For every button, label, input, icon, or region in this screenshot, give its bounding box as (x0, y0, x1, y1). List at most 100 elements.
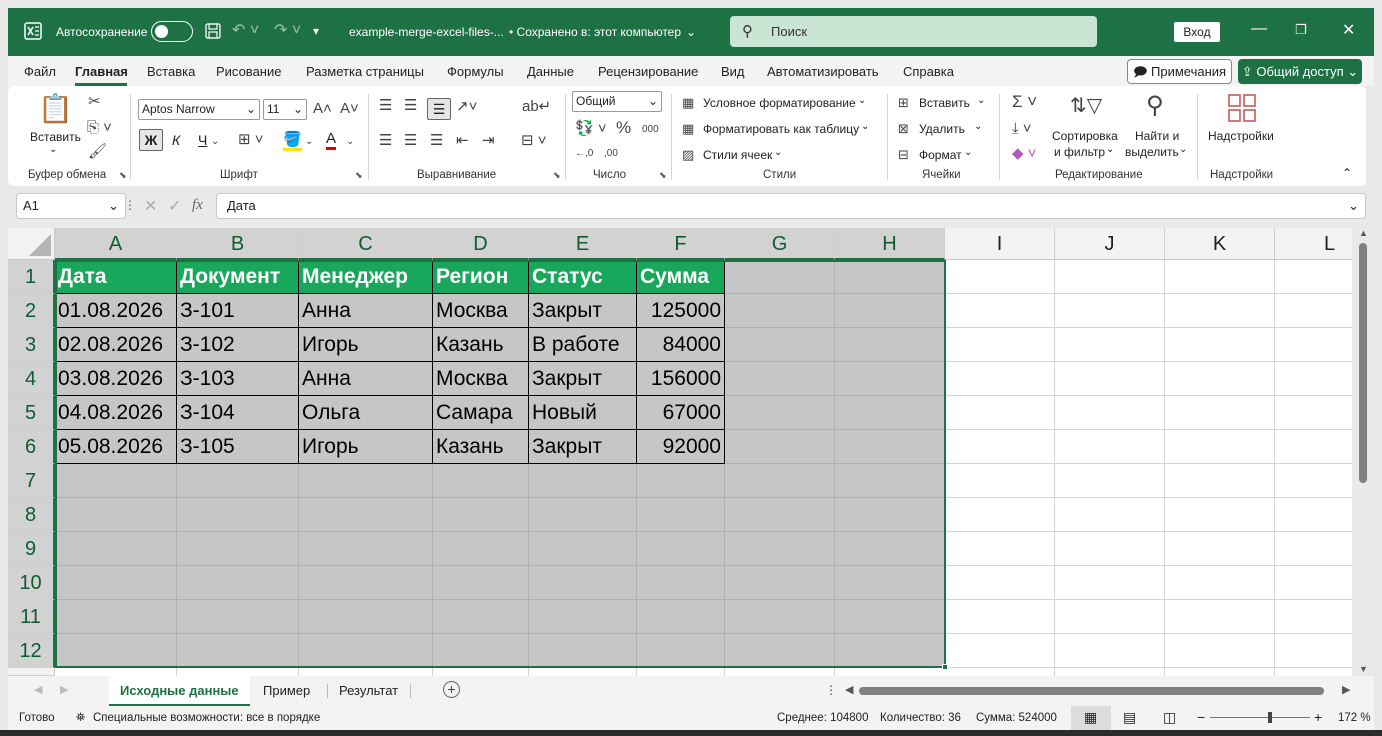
cell-styles-button[interactable]: Стили ячеек (703, 148, 772, 162)
search-input[interactable]: ⚲ Поиск (730, 16, 1097, 47)
table-cell[interactable]: Самара (433, 396, 529, 430)
more-options-icon[interactable]: ⋮ (825, 683, 837, 697)
average-value[interactable]: Среднее: 104800 (777, 712, 868, 724)
table-cell[interactable]: Новый (529, 396, 637, 430)
sheet-tab-example[interactable]: Пример (263, 683, 310, 698)
table-cell[interactable]: Анна (299, 294, 433, 328)
chevron-down-icon[interactable]: ⌄ (861, 121, 869, 132)
table-cell[interactable]: З-102 (177, 328, 299, 362)
sort-filter-label-2[interactable]: и фильтр (1054, 145, 1105, 159)
table-cell[interactable]: З-104 (177, 396, 299, 430)
sort-filter-icon[interactable]: ⇅▽ (1070, 95, 1102, 117)
tab-draw[interactable]: Рисование (216, 64, 281, 79)
fill-handle[interactable] (942, 664, 948, 670)
row-header[interactable]: 6 (8, 430, 55, 464)
formula-input[interactable]: Дата ⌄ (216, 193, 1366, 219)
row-header[interactable]: 7 (8, 464, 55, 498)
italic-button[interactable]: К (172, 132, 180, 148)
font-size-select[interactable]: 11 ⌄ (263, 99, 307, 120)
align-bottom-button[interactable]: ☰ (427, 98, 451, 120)
table-header-cell[interactable]: Регион (433, 260, 529, 294)
vertical-scrollbar[interactable]: ▲ ▼ (1356, 228, 1370, 676)
zoom-slider[interactable] (1210, 717, 1310, 718)
restore-icon[interactable]: ❐ (1295, 22, 1307, 38)
chevron-down-icon[interactable]: ⌄ (1179, 144, 1187, 155)
increase-decimal-icon[interactable]: ←,0 (575, 146, 593, 162)
tab-file[interactable]: Файл (24, 64, 56, 79)
cell[interactable] (725, 430, 835, 464)
decrease-indent-icon[interactable]: ⇤ (456, 133, 469, 149)
number-format-select[interactable]: Общий ⌄ (572, 91, 662, 112)
table-cell[interactable]: З-101 (177, 294, 299, 328)
tab-formulas[interactable]: Формулы (447, 64, 504, 79)
tab-automate[interactable]: Автоматизировать (767, 64, 879, 79)
zoom-in-icon[interactable]: + (1314, 709, 1322, 725)
chevron-down-icon[interactable]: ⌄ (858, 95, 866, 106)
selected-empty-range[interactable] (55, 464, 945, 668)
chevron-down-icon[interactable]: ⌄ (49, 144, 57, 155)
table-header-cell[interactable]: Менеджер (299, 260, 433, 294)
table-cell[interactable]: Ольга (299, 396, 433, 430)
table-cell[interactable]: 67000 (637, 396, 725, 430)
wrap-text-icon[interactable]: ab↵ (522, 99, 551, 115)
bold-button[interactable]: Ж (139, 129, 163, 151)
table-header-cell[interactable]: Дата (55, 260, 177, 294)
column-header[interactable]: D (433, 228, 529, 260)
row-header[interactable]: 8 (8, 498, 55, 532)
table-cell[interactable]: Игорь (299, 430, 433, 464)
select-all-button[interactable] (8, 228, 55, 260)
sheet-tab-result[interactable]: Результат (339, 683, 398, 698)
row-header[interactable]: 10 (8, 566, 55, 600)
decrease-decimal-icon[interactable]: ,00 (604, 146, 618, 162)
scroll-left-icon[interactable]: ◀ (845, 683, 853, 696)
row-header[interactable]: 11 (8, 600, 55, 634)
find-select-label-2[interactable]: выделить (1125, 145, 1179, 159)
cell[interactable] (835, 294, 945, 328)
table-cell[interactable]: 156000 (637, 362, 725, 396)
chevron-down-icon[interactable]: ⌄ (686, 25, 696, 39)
delete-cells-icon[interactable]: ⊠ (898, 121, 909, 137)
empty-cells[interactable] (55, 668, 945, 676)
chevron-down-icon[interactable]: ⌄ (974, 121, 982, 132)
percent-icon[interactable]: % (616, 119, 631, 136)
tab-page-layout[interactable]: Разметка страницы (306, 64, 424, 79)
conditional-formatting-icon[interactable]: ▦ (682, 95, 694, 111)
chevron-down-icon[interactable]: ⌄ (346, 134, 354, 150)
table-cell[interactable]: Москва (433, 294, 529, 328)
scroll-up-icon[interactable]: ▲ (1359, 228, 1368, 238)
cut-icon[interactable]: ✂ (88, 94, 101, 110)
page-break-icon[interactable]: ◫ (1163, 709, 1176, 726)
chevron-down-icon[interactable]: ⌄ (774, 147, 782, 158)
column-header[interactable]: K (1165, 228, 1275, 260)
insert-cells-icon[interactable]: ⊞ (898, 95, 909, 111)
chevron-down-icon[interactable]: ⌄ (211, 134, 219, 150)
paste-icon[interactable]: 📋 (38, 94, 73, 124)
orientation-icon[interactable]: ↗˅ (456, 99, 477, 115)
redo-icon[interactable]: ↷ ˅ (274, 22, 301, 40)
table-header-cell[interactable]: Документ (177, 260, 299, 294)
row-header[interactable]: 2 (8, 294, 55, 328)
table-header-cell[interactable]: Статус (529, 260, 637, 294)
chevron-down-icon[interactable]: ⌄ (1106, 144, 1114, 155)
insert-function-icon[interactable]: fx (192, 197, 203, 214)
empty-cells[interactable] (945, 260, 1352, 676)
close-icon[interactable]: ✕ (1342, 20, 1355, 40)
undo-icon[interactable]: ↶ ˅ (232, 22, 259, 40)
next-sheet-icon[interactable]: ▶ (60, 683, 68, 696)
table-cell[interactable]: Игорь (299, 328, 433, 362)
format-cells-icon[interactable]: ⊟ (898, 147, 909, 163)
table-cell[interactable]: Казань (433, 328, 529, 362)
align-right-icon[interactable]: ☰ (430, 133, 443, 149)
column-header[interactable]: L (1275, 228, 1352, 260)
zoom-level[interactable]: 172 % (1338, 712, 1371, 724)
cell[interactable] (835, 260, 945, 294)
align-left-icon[interactable]: ☰ (379, 133, 392, 149)
merge-center-icon[interactable]: ⊟ ˅ (521, 133, 547, 149)
table-cell[interactable]: Казань (433, 430, 529, 464)
tab-insert[interactable]: Вставка (147, 64, 195, 79)
cell[interactable] (835, 328, 945, 362)
worksheet-grid[interactable]: A B C D E F G H I J K L 1 2 3 4 5 6 7 8 … (8, 228, 1352, 676)
increase-indent-icon[interactable]: ⇥ (482, 133, 495, 149)
cell[interactable] (725, 362, 835, 396)
autosum-icon[interactable]: Σ ˅ (1012, 93, 1037, 110)
